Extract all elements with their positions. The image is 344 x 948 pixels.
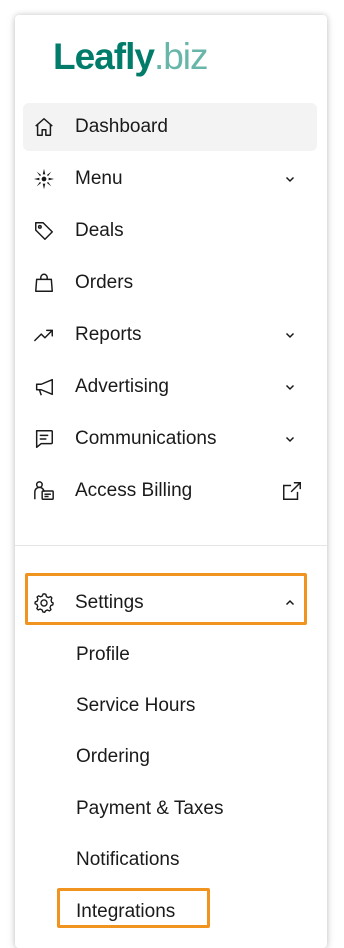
settings-subitem-integrations[interactable]: Integrations xyxy=(76,892,175,932)
message-icon xyxy=(32,427,56,451)
chevron-up-icon[interactable] xyxy=(283,596,297,610)
nav-item-advertising[interactable]: Advertising xyxy=(23,363,317,411)
nav-item-orders[interactable]: Orders xyxy=(23,259,317,307)
tag-icon xyxy=(32,219,56,243)
nav-label-settings: Settings xyxy=(75,592,144,613)
megaphone-icon xyxy=(32,375,56,399)
nav-label-dashboard: Dashboard xyxy=(75,116,168,137)
nav-label-communications: Communications xyxy=(75,428,217,449)
person-card-icon xyxy=(32,479,56,503)
nav-item-menu[interactable]: Menu xyxy=(23,155,317,203)
external-link-icon[interactable] xyxy=(281,480,303,502)
nav-label-orders: Orders xyxy=(75,272,134,293)
nav-label-menu: Menu xyxy=(75,168,123,189)
logo-brand: Leafly xyxy=(53,36,155,77)
nav-label-deals: Deals xyxy=(75,220,124,241)
nav-item-deals[interactable]: Deals xyxy=(23,207,317,255)
leafly-biz-logo[interactable]: Leafly.biz xyxy=(53,27,209,87)
settings-subitem-profile[interactable]: Profile xyxy=(76,635,130,675)
settings-subitem-ordering[interactable]: Ordering xyxy=(76,737,150,777)
nav-label-access-billing: Access Billing xyxy=(75,480,193,501)
settings-subitem-notifications[interactable]: Notifications xyxy=(76,840,180,880)
nav-label-advertising: Advertising xyxy=(75,376,169,397)
chevron-down-icon[interactable] xyxy=(283,172,297,186)
settings-subitem-payment-taxes[interactable]: Payment & Taxes xyxy=(76,789,224,829)
section-divider xyxy=(15,545,327,546)
chevron-down-icon[interactable] xyxy=(283,432,297,446)
nav-label-reports: Reports xyxy=(75,324,142,345)
trend-up-icon xyxy=(32,323,56,347)
chevron-down-icon[interactable] xyxy=(283,328,297,342)
cannabis-leaf-icon xyxy=(32,167,56,191)
nav-item-reports[interactable]: Reports xyxy=(23,311,317,359)
nav-item-communications[interactable]: Communications xyxy=(23,415,317,463)
chevron-down-icon[interactable] xyxy=(283,380,297,394)
gear-icon xyxy=(32,591,56,615)
nav-item-access-billing[interactable]: Access Billing xyxy=(23,467,317,515)
home-icon xyxy=(32,115,56,139)
shopping-bag-icon xyxy=(32,271,56,295)
logo-tld: .biz xyxy=(153,36,209,77)
nav-item-dashboard[interactable]: Dashboard xyxy=(23,103,317,151)
settings-subitem-service-hours[interactable]: Service Hours xyxy=(76,686,195,726)
nav-item-settings[interactable]: Settings xyxy=(23,579,317,627)
sidebar-panel: Leafly.biz Dashboard Menu Deals Orders R xyxy=(15,15,327,948)
